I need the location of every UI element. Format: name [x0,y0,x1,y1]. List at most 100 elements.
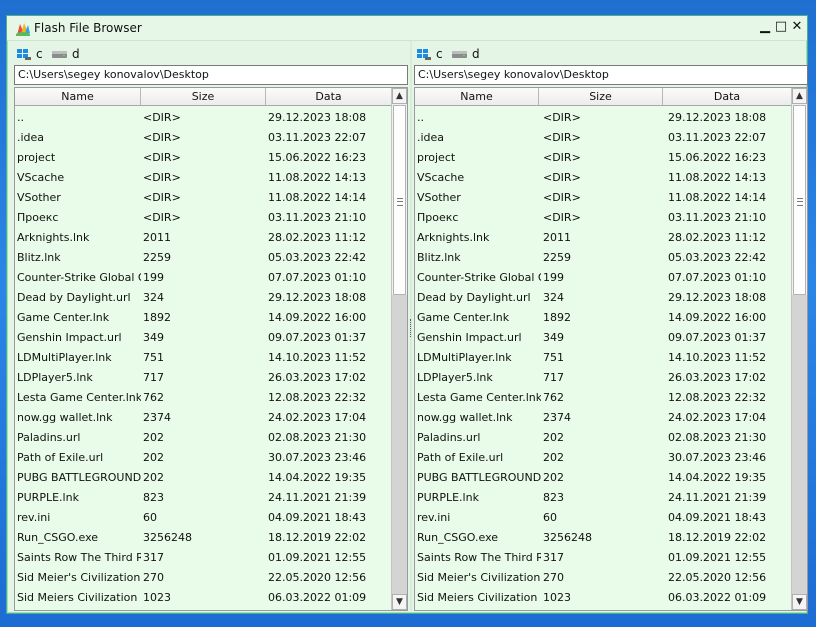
column-header-size[interactable]: Size [141,88,266,105]
file-row[interactable]: Sid Meier's Civilization VI.u270 22.05.20… [415,568,791,588]
file-row[interactable]: Paladins.url 202 02.08.2023 21:30 [415,428,791,448]
file-row[interactable]: .. <DIR> 29.12.2023 18:08 [15,108,391,128]
drive-d-button[interactable]: d [52,45,80,63]
maximize-button[interactable]: □ [774,19,788,35]
file-row[interactable]: now.gg wallet.lnk 2374 24.02.2023 17:04 [415,408,791,428]
file-row[interactable]: Sid Meier's Civilization VI.u270 22.05.20… [15,568,391,588]
file-row[interactable]: Saints Row The Third Ren317 01.09.2021 12… [415,548,791,568]
path-field[interactable]: C:\Users\segey konovalov\Desktop [414,65,808,85]
file-name: Sid Meier's Civilization VI.u [17,571,141,584]
file-row[interactable]: LDMultiPlayer.lnk 751 14.10.2023 11:52 [415,348,791,368]
scroll-down-button[interactable]: ▼ [392,594,407,610]
file-list[interactable]: Name Size Data .. <DIR> 29.12.2023 18:08 .i… [14,87,408,611]
file-name: PURPLE.lnk [417,491,479,504]
vertical-scrollbar[interactable]: ▲ ▼ [391,88,407,610]
file-row[interactable]: Dead by Daylight.url 324 29.12.2023 18:08 [415,288,791,308]
file-name: .. [17,111,24,124]
scroll-track[interactable] [792,295,807,594]
file-size: <DIR> [143,211,181,224]
file-row[interactable]: Проекс <DIR> 03.11.2023 21:10 [15,208,391,228]
column-header-name[interactable]: Name [415,88,539,105]
scroll-thumb[interactable] [393,105,406,295]
file-row[interactable]: PUBG BATTLEGROUNDS.u202 14.04.2022 19:35 [415,468,791,488]
file-row[interactable]: Game Center.lnk 1892 14.09.2022 16:00 [15,308,391,328]
file-row[interactable]: Counter-Strike Global Offe199 07.07.2023 … [15,268,391,288]
file-row[interactable]: Genshin Impact.url 349 09.07.2023 01:37 [415,328,791,348]
file-row[interactable]: Lesta Game Center.lnk 762 12.08.2023 22:32 [415,388,791,408]
file-row[interactable]: PUBG BATTLEGROUNDS.u202 14.04.2022 19:35 [15,468,391,488]
vertical-scrollbar[interactable]: ▲ ▼ [791,88,807,610]
file-date: 15.06.2022 16:23 [268,151,367,164]
file-row[interactable]: VSother <DIR> 11.08.2022 14:14 [415,188,791,208]
file-row[interactable]: Sid Meiers Civilization V Th1023 06.03.20… [415,588,791,608]
scroll-down-button[interactable]: ▼ [792,594,807,610]
scroll-up-button[interactable]: ▲ [392,88,407,104]
drive-c-button[interactable]: c [16,45,43,63]
file-row[interactable]: Path of Exile.url 202 30.07.2023 23:46 [415,448,791,468]
scroll-track[interactable] [392,295,407,594]
column-header-name[interactable]: Name [15,88,141,105]
file-row[interactable]: VSother <DIR> 11.08.2022 14:14 [15,188,391,208]
file-row[interactable]: .idea <DIR> 03.11.2023 22:07 [415,128,791,148]
file-row[interactable]: Paladins.url 202 02.08.2023 21:30 [15,428,391,448]
file-row[interactable]: Saints Row The Third Rem317 01.09.2021 12… [15,548,391,568]
file-date: 26.03.2023 17:02 [668,371,767,384]
file-row[interactable]: Genshin Impact.url 349 09.07.2023 01:37 [15,328,391,348]
path-field[interactable]: C:\Users\segey konovalov\Desktop [14,65,408,85]
file-size: 202 [143,471,164,484]
file-size: 2011 [543,231,571,244]
file-row[interactable]: LDPlayer5.lnk 717 26.03.2023 17:02 [415,368,791,388]
file-row[interactable]: rev.ini 60 04.09.2021 18:43 [15,508,391,528]
file-row[interactable]: .idea <DIR> 03.11.2023 22:07 [15,128,391,148]
column-header-data[interactable]: Data [266,88,391,105]
file-row[interactable]: Lesta Game Center.lnk 762 12.08.2023 22:32 [15,388,391,408]
file-size: 1023 [143,591,171,604]
file-name: VScache [417,171,465,184]
minimize-button[interactable]: ▁ [758,19,772,35]
file-row[interactable]: LDPlayer5.lnk 717 26.03.2023 17:02 [15,368,391,388]
file-row[interactable]: project <DIR> 15.06.2022 16:23 [415,148,791,168]
file-date: 11.08.2022 14:13 [268,171,367,184]
scroll-thumb[interactable] [793,105,806,295]
file-row[interactable]: Dead by Daylight.url 324 29.12.2023 18:08 [15,288,391,308]
file-row[interactable]: PURPLE.lnk 823 24.11.2021 21:39 [15,488,391,508]
column-header-data[interactable]: Data [663,88,791,105]
file-name: Sid Meiers Civilization V Th [17,591,141,604]
file-row[interactable]: Arknights.lnk 2011 28.02.2023 11:12 [415,228,791,248]
file-row[interactable]: PURPLE.lnk 823 24.11.2021 21:39 [415,488,791,508]
file-name: Saints Row The Third Rem [17,551,141,564]
drive-label: d [472,47,480,61]
grip-icon [797,198,803,206]
file-row[interactable]: Path of Exile.url 202 30.07.2023 23:46 [15,448,391,468]
file-row[interactable]: Arknights.lnk 2011 28.02.2023 11:12 [15,228,391,248]
file-size: <DIR> [143,191,181,204]
drive-d-button[interactable]: d [452,45,480,63]
file-row[interactable]: Sid Meiers Civilization V Th1023 06.03.20… [15,588,391,608]
file-row[interactable]: Game Center.lnk 1892 14.09.2022 16:00 [415,308,791,328]
file-size: 324 [543,291,564,304]
file-row[interactable]: rev.ini 60 04.09.2021 18:43 [415,508,791,528]
file-row[interactable]: Проекс <DIR> 03.11.2023 21:10 [415,208,791,228]
file-name: PUBG BATTLEGROUNDS.u [17,471,141,484]
drive-c-button[interactable]: c [416,45,443,63]
file-size: 2259 [543,251,571,264]
file-row[interactable]: Run_CSGO.exe 3256248 18.12.2019 22:02 [415,528,791,548]
file-row[interactable]: .. <DIR> 29.12.2023 18:08 [415,108,791,128]
file-row[interactable]: VScache <DIR> 11.08.2022 14:13 [415,168,791,188]
file-date: 18.12.2019 22:02 [268,531,367,544]
file-row[interactable]: Blitz.lnk 2259 05.03.2023 22:42 [15,248,391,268]
file-list[interactable]: Name Size Data .. <DIR> 29.12.2023 18:08 .i… [414,87,808,611]
file-row[interactable]: LDMultiPlayer.lnk 751 14.10.2023 11:52 [15,348,391,368]
file-size: 202 [543,431,564,444]
file-size: <DIR> [543,111,581,124]
file-row[interactable]: project <DIR> 15.06.2022 16:23 [15,148,391,168]
column-header-size[interactable]: Size [539,88,663,105]
close-button[interactable]: ✕ [790,19,804,35]
title-bar[interactable]: Flash File Browser ▁ □ ✕ [7,16,807,41]
file-row[interactable]: Counter-Strike Global Off 199 07.07.2023 0… [415,268,791,288]
file-row[interactable]: Run_CSGO.exe 3256248 18.12.2019 22:02 [15,528,391,548]
scroll-up-button[interactable]: ▲ [792,88,807,104]
file-row[interactable]: VScache <DIR> 11.08.2022 14:13 [15,168,391,188]
file-row[interactable]: now.gg wallet.lnk 2374 24.02.2023 17:04 [15,408,391,428]
file-row[interactable]: Blitz.lnk 2259 05.03.2023 22:42 [415,248,791,268]
